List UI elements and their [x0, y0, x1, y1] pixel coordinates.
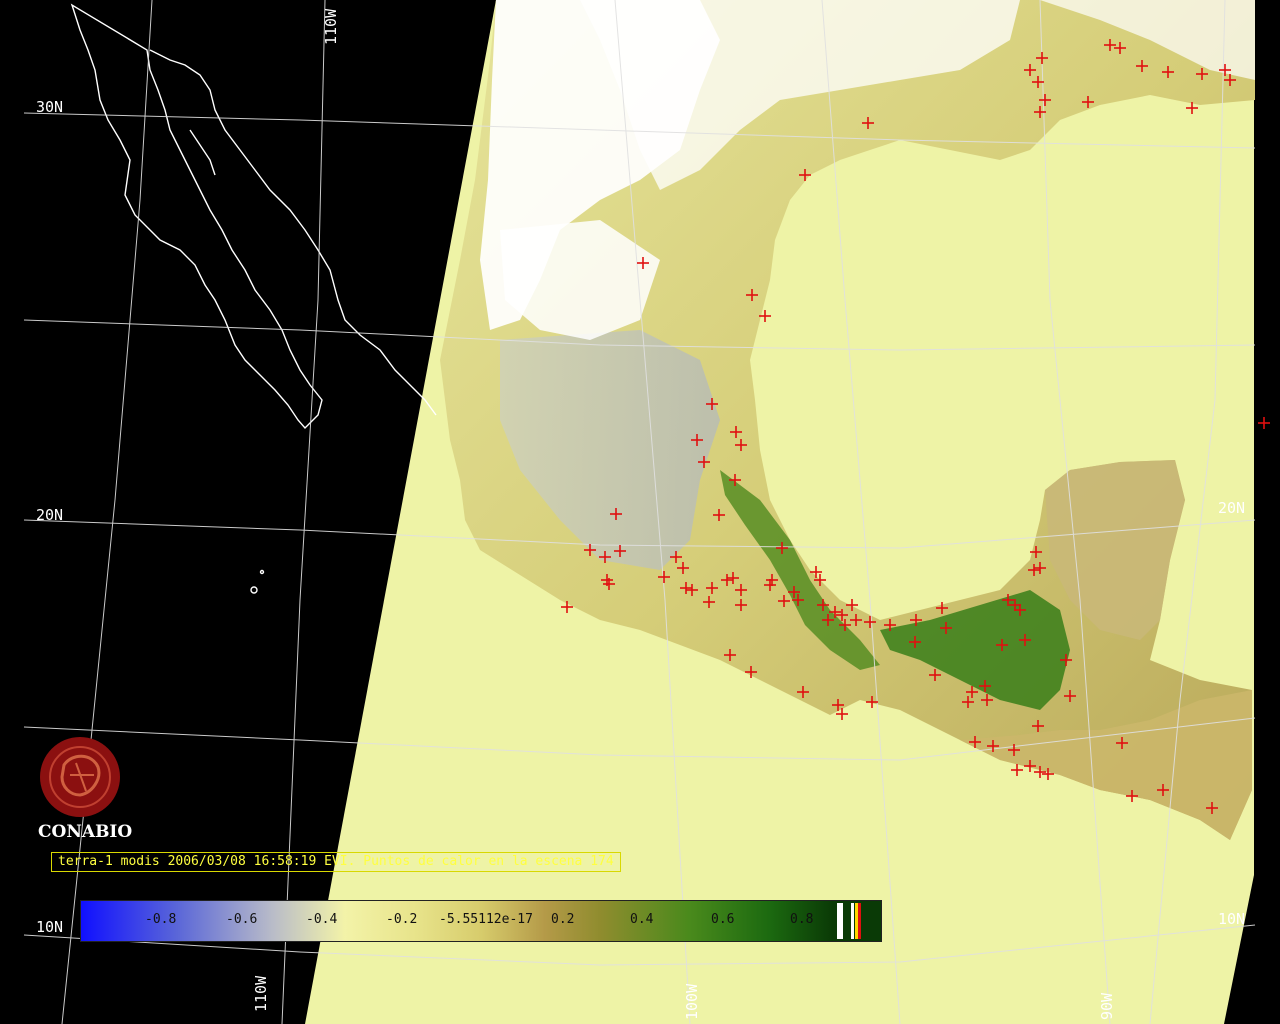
colorbar-tick: 0.2 [551, 912, 575, 927]
colorbar-stripe-white2 [851, 903, 854, 939]
colorbar-tick: -0.4 [306, 912, 338, 927]
coastline [70, 3, 437, 594]
lat-label-10n-west: 10N [36, 918, 63, 936]
lat-label-20n-west: 20N [36, 506, 63, 524]
lat-label-20n-east: 20N [1218, 499, 1245, 517]
lon-label-110w-top: 110W [322, 8, 340, 45]
colorbar-stripe-red [858, 903, 861, 939]
colorbar-tick: -0.8 [145, 912, 177, 927]
lon-label-110w-bottom: 110W [252, 975, 270, 1012]
conabio-logo [40, 737, 120, 817]
lon-label-90w-bottom: 90W [1098, 992, 1116, 1020]
colorbar-tick: -0.6 [226, 912, 258, 927]
colorbar-tick: -0.2 [386, 912, 418, 927]
lon-label-100w-bottom: 100W [683, 983, 701, 1020]
colorbar-tick: 0.8 [790, 912, 814, 927]
lat-label-10n-east: 10N [1218, 910, 1245, 928]
colorbar-tick: 0.6 [711, 912, 735, 927]
colorbar-stripe-white [837, 903, 843, 939]
scene-caption: terra-1 modis 2006/03/08 16:58:19 EVI. P… [51, 852, 621, 872]
swath-edge [1254, 0, 1280, 1024]
colorbar-tick: 0.4 [630, 912, 654, 927]
logo-text: CONABIO [38, 822, 133, 842]
colorbar-tick: -5.55112e-17 [439, 912, 533, 927]
lat-label-30n-west: 30N [36, 98, 63, 116]
evi-colorbar: -0.8 -0.6 -0.4 -0.2 -5.55112e-17 0.2 0.4… [80, 900, 882, 942]
